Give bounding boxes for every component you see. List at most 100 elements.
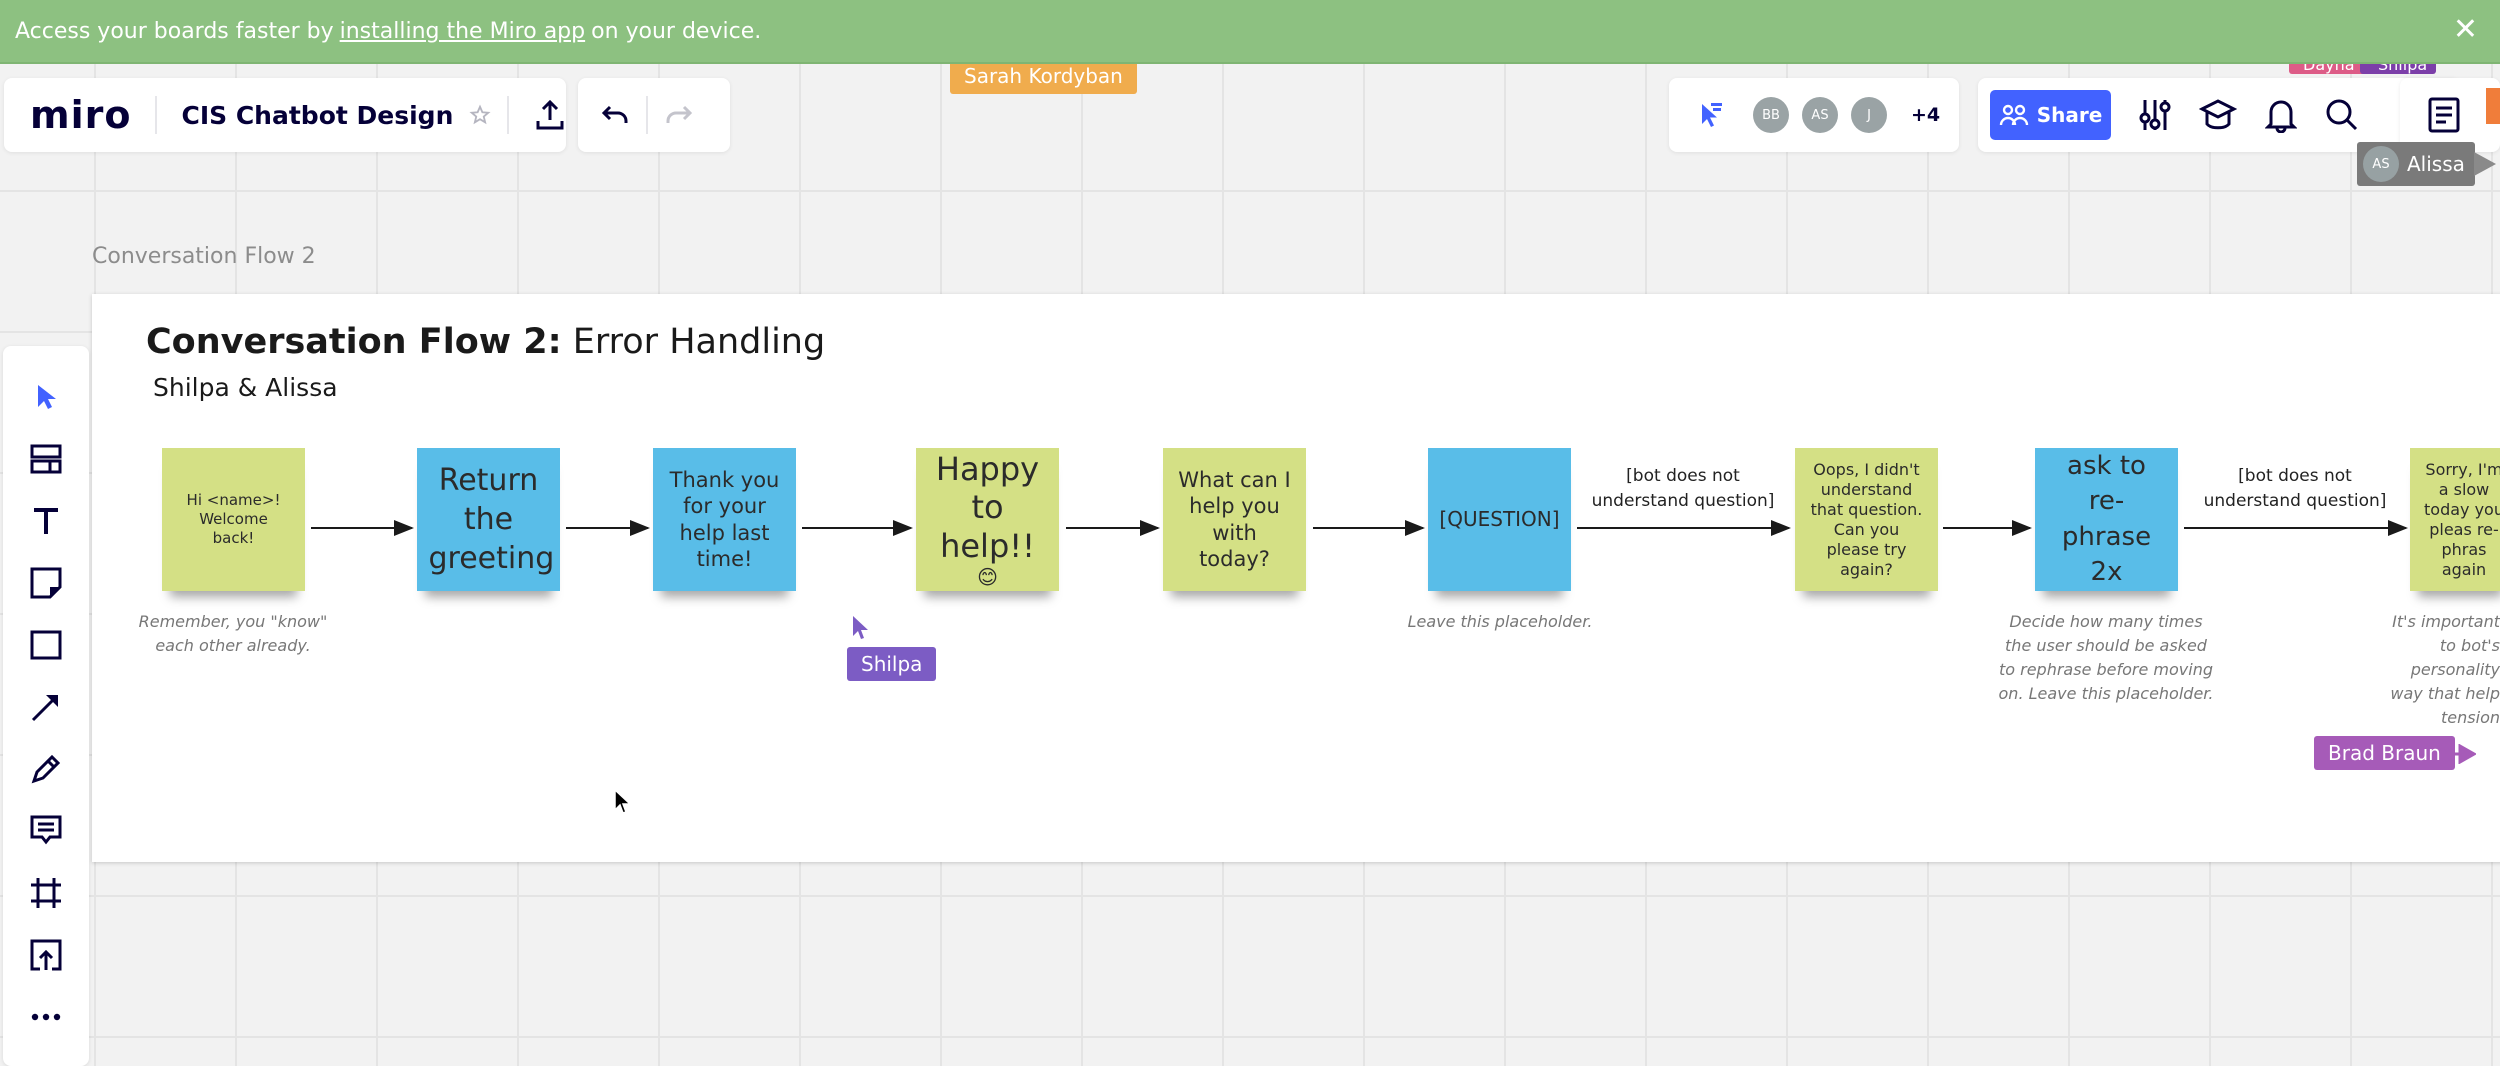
sticky-text: Oops, I didn't understand that question.… xyxy=(1810,459,1923,579)
share-label: Share xyxy=(2036,103,2103,127)
sticky-text: ask to re-phrase 2x xyxy=(2061,451,2152,587)
frame-title-rest: Error Handling xyxy=(572,322,826,362)
sticky-note[interactable]: Sorry, I'm a slow today you pleas re-phr… xyxy=(2410,448,2500,591)
board-header-panel: miro CIS Chatbot Design xyxy=(4,78,566,152)
avatar[interactable]: AS xyxy=(1802,97,1838,133)
sticky-note-icon xyxy=(30,567,62,599)
upload-tool[interactable] xyxy=(27,936,65,974)
close-icon[interactable]: ✕ xyxy=(2453,12,2478,47)
undo-icon[interactable] xyxy=(600,103,630,127)
comment-icon xyxy=(30,815,62,845)
banner-text: Access your boards faster by xyxy=(15,18,334,44)
sticky-note[interactable]: Oops, I didn't understand that question.… xyxy=(1795,448,1938,591)
notes-icon[interactable] xyxy=(2428,97,2460,133)
divider xyxy=(646,96,648,134)
sticky-note[interactable]: Thank you for your help last time! xyxy=(653,448,796,591)
app-install-banner: Access your boards faster by installing … xyxy=(0,0,2500,64)
bell-icon[interactable] xyxy=(2265,97,2297,133)
arrow-icon xyxy=(31,695,58,722)
frame-subtitle[interactable]: Shilpa & Alissa xyxy=(153,373,338,402)
connector-arrow[interactable] xyxy=(2184,520,2408,536)
templates-icon xyxy=(30,444,62,474)
smile-emoji: 😊 xyxy=(977,565,998,590)
sticky-note[interactable]: ask to re-phrase 2x xyxy=(2035,448,2178,591)
connector-arrow[interactable] xyxy=(566,520,650,536)
share-button[interactable]: Share xyxy=(1990,90,2111,140)
avatar: AS xyxy=(2363,146,2399,182)
cursor-icon xyxy=(38,385,56,409)
sticky-text: Sorry, I'm a slow today you pleas re-phr… xyxy=(2424,459,2500,579)
frame-title-bold: Conversation Flow 2: xyxy=(146,322,562,362)
select-tool[interactable] xyxy=(27,378,65,416)
mouse-pointer-icon xyxy=(614,789,631,814)
edge-label[interactable]: [bot does not understand question] xyxy=(1588,464,1778,513)
star-icon[interactable] xyxy=(469,104,491,126)
connector-arrow[interactable] xyxy=(1313,520,1425,536)
sticky-note[interactable]: Return the greeting xyxy=(417,448,560,591)
settings-sliders-icon[interactable] xyxy=(2139,98,2171,132)
cursor-tag-alissa: AS Alissa xyxy=(2357,142,2475,186)
upload-icon xyxy=(30,939,62,971)
avatar[interactable]: J xyxy=(1851,97,1887,133)
sticky-text: Return the greeting xyxy=(428,463,555,576)
frame-title[interactable]: Conversation Flow 2: Error Handling xyxy=(146,322,825,362)
frame-icon xyxy=(31,878,61,908)
connector-arrow[interactable] xyxy=(1943,520,2032,536)
pen-icon xyxy=(31,754,61,784)
text-icon xyxy=(34,508,58,534)
annotation-note[interactable]: It's important to bot's personality way … xyxy=(2384,610,2500,730)
sticky-text: Hi <name>! Welcome back! xyxy=(186,491,281,547)
install-app-link[interactable]: installing the Miro app xyxy=(340,19,585,44)
text-tool[interactable] xyxy=(27,502,65,540)
frame-tool[interactable] xyxy=(27,874,65,912)
more-collaborators-count[interactable]: +4 xyxy=(1911,104,1940,126)
annotation-note[interactable]: Leave this placeholder. xyxy=(1400,610,1600,634)
miro-logo[interactable]: miro xyxy=(30,93,131,137)
divider xyxy=(507,96,510,134)
shape-tool[interactable] xyxy=(27,626,65,664)
left-toolbar xyxy=(3,346,89,1066)
avatar[interactable]: BB xyxy=(1753,97,1789,133)
board-title[interactable]: CIS Chatbot Design xyxy=(181,101,453,130)
connector-arrow[interactable] xyxy=(1577,520,1791,536)
collaborator-cursor-icon xyxy=(2448,744,2476,764)
sticky-note[interactable]: Hi <name>! Welcome back! xyxy=(162,448,305,591)
more-icon xyxy=(31,1013,61,1021)
annotation-note[interactable]: Decide how many times the user should be… xyxy=(1996,610,2216,706)
more-tools[interactable] xyxy=(27,998,65,1036)
connection-line-tool[interactable] xyxy=(27,688,65,726)
frame-label[interactable]: Conversation Flow 2 xyxy=(92,244,316,269)
cursor-tag-shilpa: Shilpa xyxy=(847,647,937,681)
redo-icon[interactable] xyxy=(664,103,694,127)
sticky-text: What can I help you with today? xyxy=(1178,468,1291,571)
cursor-tag-brad: Brad Braun xyxy=(2314,736,2455,770)
sticky-text: [QUESTION] xyxy=(1439,507,1560,531)
comment-tool[interactable] xyxy=(27,812,65,850)
connector-arrow[interactable] xyxy=(1066,520,1160,536)
sticky-text: Thank you for your help last time! xyxy=(669,468,780,571)
banner-text-end: on your device. xyxy=(591,18,762,44)
annotation-note[interactable]: Remember, you "know" each other already. xyxy=(138,610,328,658)
templates-tool[interactable] xyxy=(27,440,65,478)
search-icon[interactable] xyxy=(2325,98,2359,132)
cursor-follow-icon[interactable] xyxy=(1699,100,1725,130)
cursor-arrow-icon xyxy=(2474,152,2496,176)
cursor-name: Alissa xyxy=(2407,152,2465,176)
learning-cap-icon[interactable] xyxy=(2199,97,2237,133)
undo-redo-panel xyxy=(578,78,730,152)
sticky-note[interactable]: What can I help you with today? xyxy=(1163,448,1306,591)
connector-arrow[interactable] xyxy=(311,520,414,536)
rectangle-icon xyxy=(30,630,62,660)
notes-panel xyxy=(2400,78,2500,152)
people-icon xyxy=(1999,104,2028,126)
sticky-note[interactable]: Happy to help!! 😊 xyxy=(916,448,1059,591)
collaborator-cursor-icon xyxy=(853,616,868,639)
connector-arrow[interactable] xyxy=(802,520,913,536)
sticky-text: Happy to help!! xyxy=(935,449,1040,565)
collaborators-panel: BB AS J +4 xyxy=(1669,78,1959,152)
edge-label[interactable]: [bot does not understand question] xyxy=(2200,464,2390,513)
upload-icon[interactable] xyxy=(535,99,565,131)
sticky-note-tool[interactable] xyxy=(27,564,65,602)
sticky-note[interactable]: [QUESTION] xyxy=(1428,448,1571,591)
pen-tool[interactable] xyxy=(27,750,65,788)
